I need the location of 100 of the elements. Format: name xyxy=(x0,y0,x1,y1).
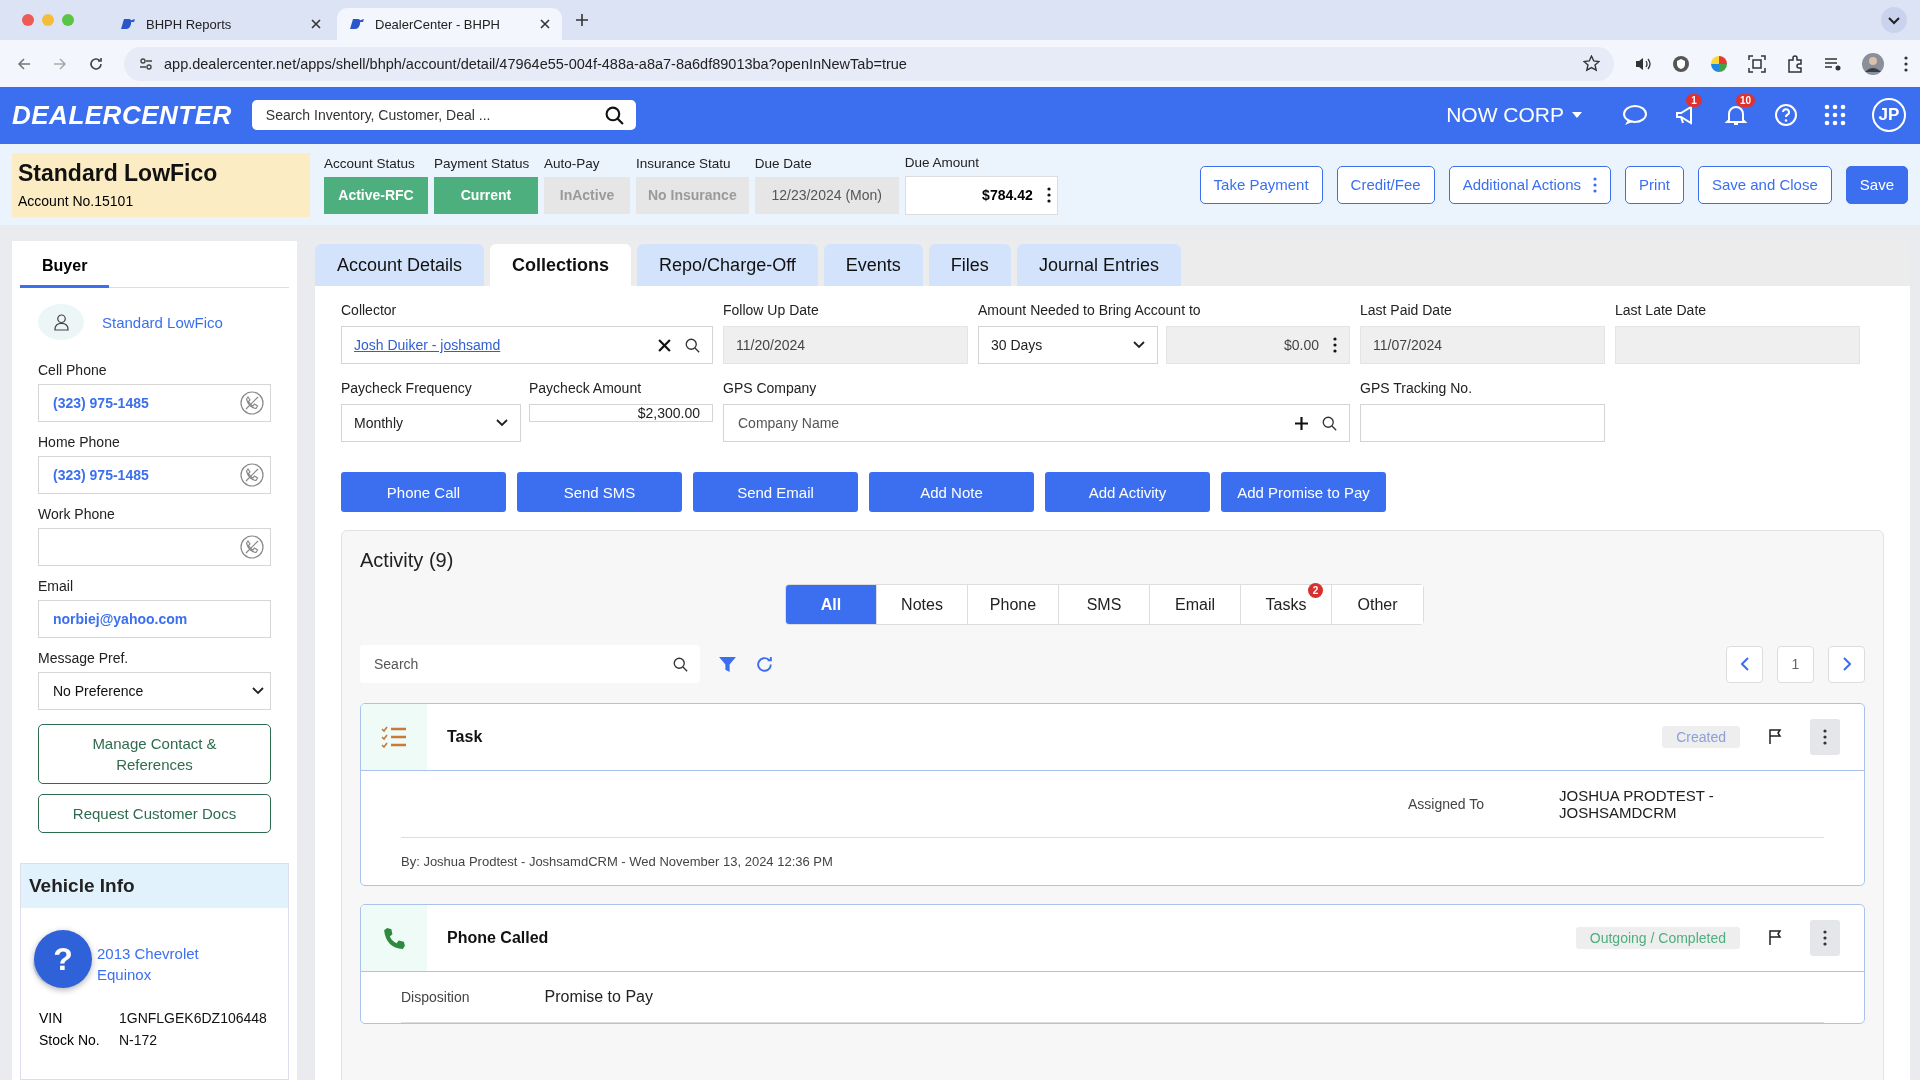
notification-badge: 1 xyxy=(1686,94,1702,107)
action-button[interactable]: Take Payment xyxy=(1199,165,1323,204)
action-button[interactable]: Print xyxy=(1625,165,1684,204)
kebab-icon[interactable] xyxy=(1333,337,1337,353)
minimize-window-dot[interactable] xyxy=(42,14,54,26)
search-icon[interactable] xyxy=(1322,415,1337,431)
company-switcher[interactable]: NOW CORP xyxy=(1446,103,1582,127)
color-wheel-icon[interactable] xyxy=(1710,54,1728,73)
chat-icon[interactable] xyxy=(1622,104,1648,126)
kebab-icon[interactable] xyxy=(1046,187,1051,203)
gps-company-field[interactable]: Company Name xyxy=(723,404,1350,442)
flag-icon[interactable] xyxy=(1768,729,1782,745)
tab-search-icon[interactable] xyxy=(1880,6,1908,34)
help-icon[interactable] xyxy=(1774,103,1798,127)
action-button[interactable]: Add Promise to Pay xyxy=(1221,472,1386,512)
clear-icon[interactable] xyxy=(658,338,671,352)
user-avatar[interactable]: JP xyxy=(1872,98,1906,132)
buyer-tab[interactable]: Buyer xyxy=(20,257,110,288)
previous-page-button[interactable] xyxy=(1726,645,1763,683)
bookmark-star-icon[interactable] xyxy=(1583,55,1600,72)
filter-icon[interactable] xyxy=(718,654,737,674)
vehicle-value: 1GNFLGEK6DZ106448 xyxy=(119,1010,267,1026)
vehicle-label: Stock No. xyxy=(39,1032,101,1048)
collector-field[interactable]: Josh Duiker - joshsamd xyxy=(341,326,713,364)
close-tab-icon[interactable] xyxy=(311,19,321,29)
phone-field[interactable]: (323) 975-1485 xyxy=(38,384,271,422)
checklist-icon xyxy=(381,726,407,748)
address-bar[interactable]: app.dealercenter.net/apps/shell/bhph/account/detail/47964e55-004f-488a-a8a7-8a6df89013ba?openInNewTab=true xyxy=(124,46,1614,81)
side-button[interactable]: Request Customer Docs xyxy=(38,794,271,833)
field-label: Follow Up Date xyxy=(723,302,820,318)
action-button[interactable]: Send SMS xyxy=(517,472,682,512)
action-button[interactable]: Send Email xyxy=(693,472,858,512)
reload-icon[interactable] xyxy=(88,55,104,72)
field-label: Collector xyxy=(341,302,398,318)
tab[interactable]: Collections xyxy=(490,244,632,286)
tab[interactable]: Events xyxy=(823,244,923,286)
phone-field[interactable]: (323) 975-1485 xyxy=(38,456,271,494)
chevron-down-icon xyxy=(496,419,508,427)
close-tab-icon[interactable] xyxy=(540,19,550,29)
action-button[interactable]: Credit/Fee xyxy=(1336,165,1435,204)
action-button[interactable]: Additional Actions xyxy=(1448,165,1612,204)
side-button[interactable]: Manage Contact & References xyxy=(38,724,271,784)
tab[interactable]: Files xyxy=(928,244,1011,286)
amount-field[interactable]: $2,300.00 xyxy=(529,404,713,422)
frequency-dropdown[interactable]: Monthly xyxy=(341,404,521,442)
tab[interactable]: Repo/Charge-Off xyxy=(637,244,818,286)
action-button[interactable]: Add Activity xyxy=(1045,472,1210,512)
action-button[interactable]: Phone Call xyxy=(341,472,506,512)
new-tab-icon[interactable] xyxy=(576,14,588,26)
browser-tab[interactable]: BHPH Reports xyxy=(108,8,333,40)
phone-call-icon[interactable] xyxy=(240,535,264,559)
action-button[interactable]: Add Note xyxy=(869,472,1034,512)
refresh-icon[interactable] xyxy=(755,654,774,674)
search-icon[interactable] xyxy=(604,105,624,125)
search-field[interactable]: Search xyxy=(360,645,700,683)
apps-grid-icon[interactable] xyxy=(1824,104,1846,126)
status-value: Active-RFC xyxy=(324,176,428,214)
tab[interactable]: Journal Entries xyxy=(1016,244,1181,286)
browser-menu-icon[interactable] xyxy=(1904,55,1908,72)
action-button[interactable]: Save and Close xyxy=(1697,165,1832,204)
phone-call-icon[interactable] xyxy=(240,463,264,487)
speaker-icon[interactable] xyxy=(1634,55,1652,72)
status-label: Insurance Statu xyxy=(636,155,732,171)
profile-avatar-icon[interactable] xyxy=(1862,52,1884,75)
back-icon[interactable] xyxy=(16,55,32,72)
phone-field[interactable] xyxy=(38,528,271,566)
flag-icon[interactable] xyxy=(1768,930,1782,946)
vehicle-link[interactable]: 2013 Chevrolet Equinox xyxy=(97,943,227,985)
action-button[interactable]: Save xyxy=(1845,165,1908,204)
bell-icon[interactable] xyxy=(1724,103,1748,127)
screenshot-icon[interactable] xyxy=(1748,54,1766,73)
app-logo[interactable]: DEALERCENTER xyxy=(12,99,232,131)
tab[interactable]: Account Details xyxy=(315,244,485,286)
maximize-window-dot[interactable] xyxy=(62,14,74,26)
vehicle-value: N-172 xyxy=(119,1032,158,1048)
chevron-right-icon xyxy=(1842,657,1851,671)
tracking-number-field[interactable] xyxy=(1360,404,1605,442)
company-name-input[interactable]: Company Name xyxy=(736,414,1281,432)
shield-icon[interactable] xyxy=(1672,54,1690,73)
search-input[interactable]: Search Inventory, Customer, Deal ... xyxy=(263,106,605,124)
search-input[interactable]: Search xyxy=(372,655,673,673)
phone-call-icon[interactable] xyxy=(240,391,264,415)
site-settings-icon[interactable] xyxy=(138,55,154,72)
date-field[interactable]: 11/20/2024 xyxy=(723,326,968,364)
buyer-name-link[interactable]: Standard LowFico xyxy=(102,313,223,331)
amount-field: $0.00 xyxy=(1166,326,1350,364)
search-icon[interactable] xyxy=(673,656,688,672)
dropdown[interactable]: No Preference xyxy=(38,672,271,710)
status-tag: Created xyxy=(1662,726,1740,748)
browser-tab[interactable]: DealerCenter - BHPH xyxy=(337,8,562,40)
puzzle-icon[interactable] xyxy=(1786,54,1804,73)
page-number[interactable]: 1 xyxy=(1777,645,1814,683)
close-window-dot[interactable] xyxy=(22,14,34,26)
global-search-field[interactable]: Search Inventory, Customer, Deal ... xyxy=(251,100,636,130)
plus-icon[interactable] xyxy=(1295,416,1308,430)
filter-tab[interactable]: All xyxy=(786,585,877,624)
period-dropdown[interactable]: 30 Days xyxy=(978,326,1158,364)
email-field[interactable]: norbiej@yahoo.com xyxy=(38,600,271,638)
search-icon[interactable] xyxy=(685,337,700,353)
next-page-button[interactable] xyxy=(1828,645,1865,683)
